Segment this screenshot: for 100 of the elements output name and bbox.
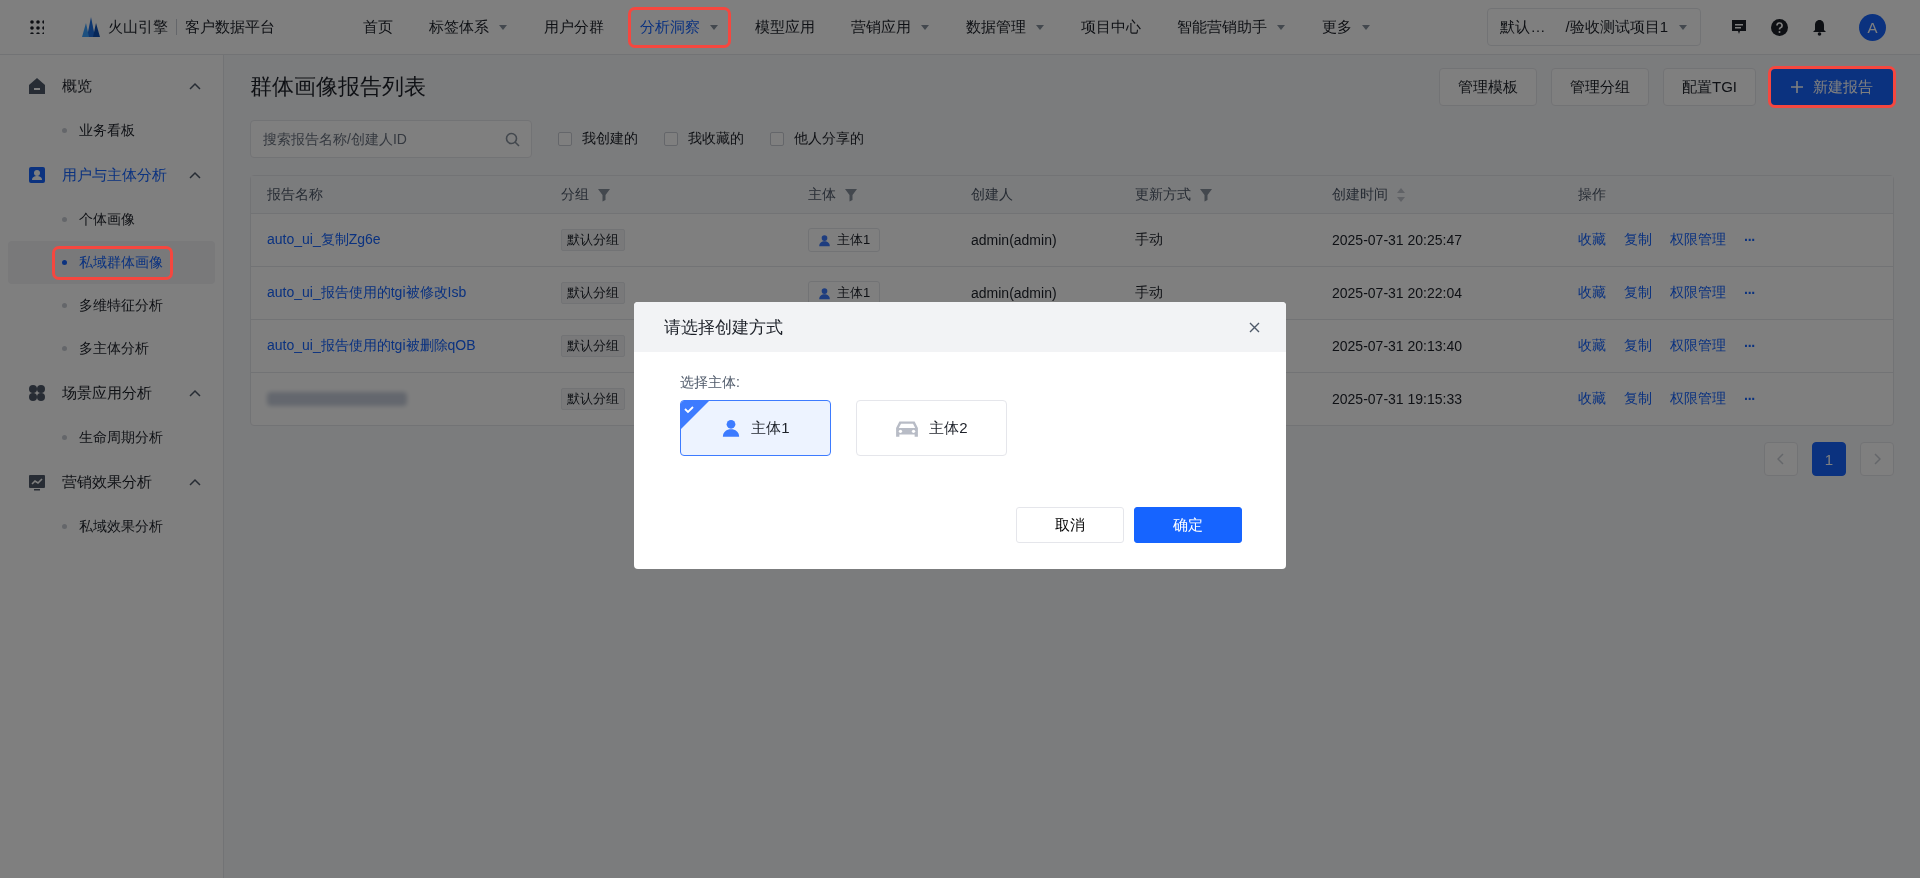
action-link[interactable]: 权限管理 (1670, 231, 1726, 249)
sidebar-item[interactable]: 私域群体画像 (8, 241, 215, 284)
column-header: 主体 (808, 185, 836, 204)
action-link[interactable]: 权限管理 (1670, 284, 1726, 302)
action-link[interactable]: 复制 (1624, 284, 1652, 302)
nav-item[interactable]: 营销应用 (839, 6, 942, 48)
new-report-button[interactable]: 新建报告 (1770, 68, 1894, 106)
action-link[interactable]: 权限管理 (1670, 390, 1726, 408)
subject-tag: 主体1 (808, 281, 881, 305)
chevron-up-icon (189, 478, 201, 486)
nav-item[interactable]: 模型应用 (743, 6, 827, 48)
group-tag: 默认分组 (561, 229, 625, 251)
app-grid-icon (30, 20, 44, 34)
person-icon (721, 418, 742, 438)
nav-item[interactable]: 数据管理 (954, 6, 1057, 48)
more-button[interactable]: ··· (1744, 391, 1755, 407)
project-selector[interactable]: 默认… /验收测试项目1 (1487, 8, 1701, 46)
nav-item[interactable]: 分析洞察 (628, 6, 731, 48)
caret-icon (709, 23, 719, 31)
cancel-button[interactable]: 取消 (1016, 507, 1124, 543)
home-icon (28, 77, 46, 95)
sidebar-item[interactable]: 多维特征分析 (8, 284, 215, 327)
apps-icon (28, 384, 46, 402)
more-button[interactable]: ··· (1744, 232, 1755, 248)
column-header: 创建人 (971, 185, 1013, 204)
action-link[interactable]: 复制 (1624, 337, 1652, 355)
report-name-link[interactable]: auto_ui_复制Zg6e (267, 231, 381, 249)
sort-icon (1396, 186, 1406, 203)
sidebar-group[interactable]: 概览 (8, 63, 215, 109)
update-mode-text: 手动 (1135, 231, 1163, 249)
toolbar-button[interactable]: 配置TGI (1663, 68, 1756, 106)
toolbar-button[interactable]: 管理分组 (1551, 68, 1649, 106)
report-name-link[interactable]: auto_ui_报告使用的tgi被删除qOB (267, 337, 476, 355)
sidebar-item[interactable]: 生命周期分析 (8, 416, 215, 459)
chevron-up-icon (189, 82, 201, 90)
created-time-text: 2025-07-31 20:25:47 (1332, 232, 1462, 248)
nav-item[interactable]: 首页 (351, 6, 405, 48)
search-icon (505, 132, 520, 147)
report-name-link[interactable]: auto_ui_报告使用的tgi被修改Isb (267, 284, 467, 302)
page-button[interactable]: 1 (1812, 442, 1846, 476)
next-page-button[interactable] (1860, 442, 1894, 476)
subject-option[interactable]: 主体2 (856, 400, 1007, 456)
update-mode-text: 手动 (1135, 284, 1163, 302)
action-link[interactable]: 收藏 (1578, 390, 1606, 408)
nav-item[interactable]: 用户分群 (532, 6, 616, 48)
created-time-text: 2025-07-31 20:22:04 (1332, 285, 1462, 301)
subject-option[interactable]: 主体1 (680, 400, 831, 456)
sidebar-item[interactable]: 业务看板 (8, 109, 215, 152)
nav-item[interactable]: 标签体系 (417, 6, 520, 48)
close-icon (1249, 321, 1260, 333)
action-link[interactable]: 收藏 (1578, 337, 1606, 355)
checkbox[interactable] (664, 132, 678, 146)
sidebar-item[interactable]: 私域效果分析 (8, 505, 215, 548)
search-field[interactable]: 搜索报告名称/创建人ID (250, 120, 532, 158)
chart-icon (28, 473, 46, 491)
action-link[interactable]: 收藏 (1578, 231, 1606, 249)
sidebar-group[interactable]: 用户与主体分析 (8, 152, 215, 198)
checkbox-label: 我收藏的 (688, 130, 744, 148)
chevron-up-icon (189, 171, 201, 179)
user-card-icon (28, 166, 46, 184)
close-button[interactable] (1249, 321, 1260, 333)
action-link[interactable]: 权限管理 (1670, 337, 1726, 355)
nav-item[interactable]: 更多 (1310, 6, 1383, 48)
creator-text: admin(admin) (971, 232, 1057, 248)
chevron-up-icon (189, 389, 201, 397)
chevron-right-icon (1873, 453, 1881, 465)
checkbox-label: 我创建的 (582, 130, 638, 148)
more-button[interactable]: ··· (1744, 338, 1755, 354)
user-avatar[interactable]: A (1859, 13, 1886, 41)
creator-text: admin(admin) (971, 285, 1057, 301)
dialog-title: 请选择创建方式 (664, 316, 783, 339)
mountain-logo-icon (82, 17, 100, 37)
group-tag: 默认分组 (561, 388, 625, 410)
checkbox[interactable] (558, 132, 572, 146)
filter-icon (1199, 187, 1213, 202)
more-button[interactable]: ··· (1744, 285, 1755, 301)
sidebar-group[interactable]: 营销效果分析 (8, 459, 215, 505)
check-icon (681, 401, 709, 429)
caret-icon (1678, 23, 1688, 31)
caret-icon (1035, 23, 1045, 31)
caret-icon (1361, 23, 1371, 31)
filter-icon (597, 187, 611, 202)
sidebar-item[interactable]: 多主体分析 (8, 327, 215, 370)
field-label: 选择主体: (680, 374, 741, 392)
previous-page-button[interactable] (1764, 442, 1798, 476)
action-link[interactable]: 收藏 (1578, 284, 1606, 302)
help-icon (1771, 18, 1788, 36)
toolbar-button[interactable]: 管理模板 (1439, 68, 1537, 106)
checkbox[interactable] (770, 132, 784, 146)
nav-item[interactable]: 项目中心 (1069, 6, 1153, 48)
action-link[interactable]: 复制 (1624, 231, 1652, 249)
column-header: 报告名称 (267, 185, 323, 204)
filter-icon (844, 187, 858, 202)
confirm-button[interactable]: 确定 (1134, 507, 1242, 543)
sidebar-item[interactable]: 个体画像 (8, 198, 215, 241)
caret-icon (1276, 23, 1286, 31)
nav-item[interactable]: 智能营销助手 (1165, 6, 1298, 48)
column-header: 操作 (1578, 185, 1606, 204)
sidebar-group[interactable]: 场景应用分析 (8, 370, 215, 416)
action-link[interactable]: 复制 (1624, 390, 1652, 408)
